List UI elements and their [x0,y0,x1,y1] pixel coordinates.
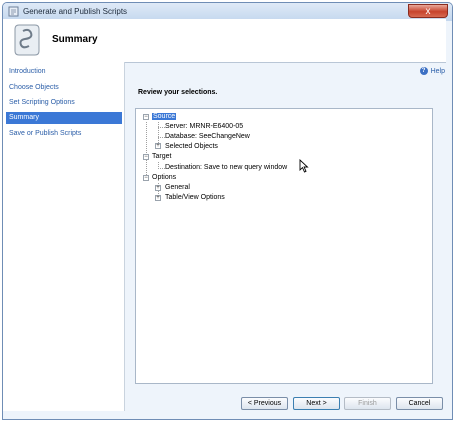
tree-connector [158,168,165,169]
collapse-target-toggle[interactable]: − [143,154,149,160]
help-link[interactable]: ? Help [419,67,445,75]
previous-button[interactable]: < Previous [241,397,288,410]
script-scroll-icon [14,24,40,56]
wizard-nav: Introduction Choose Objects Set Scriptin… [3,62,125,411]
nav-item-save-or-publish-scripts[interactable]: Save or Publish Scripts [6,128,122,140]
tree-node-general[interactable]: General [165,183,190,193]
cancel-button[interactable]: Cancel [396,397,443,410]
tree-connector [158,137,165,138]
expand-table-view-options-toggle[interactable]: + [155,195,161,201]
page-header: Summary [3,19,446,63]
collapse-source-toggle[interactable]: − [143,114,149,120]
close-button[interactable]: x [408,4,448,18]
tree-node-destination[interactable]: Destination: Save to new query window [165,163,287,173]
mouse-cursor-icon [299,159,309,173]
tree-node-table-view-options[interactable]: Table/View Options [165,193,225,203]
window-title: Generate and Publish Scripts [23,7,128,16]
tree-node-source[interactable]: Source [152,112,177,122]
tree-node-database[interactable]: Database: SeeChangeNew [165,132,250,142]
tree-node-target[interactable]: Target [152,152,171,162]
tree-node-options[interactable]: Options [152,173,176,183]
tree-node-server[interactable]: Server: MRNR-E6400-05 [165,122,243,132]
tree-node-selected-objects[interactable]: Selected Objects [165,142,218,152]
review-label: Review your selections. [138,89,218,96]
tree-connector [158,127,165,128]
collapse-options-toggle[interactable]: − [143,175,149,181]
page-title: Summary [52,34,98,45]
expand-selected-objects-toggle[interactable]: + [155,143,161,149]
help-label: Help [430,67,445,75]
finish-button[interactable]: Finish [344,397,391,410]
nav-item-set-scripting-options[interactable]: Set Scripting Options [6,97,122,109]
summary-tree[interactable]: − Source Server: MRNR-E6400-05 Database:… [135,108,433,384]
nav-item-choose-objects[interactable]: Choose Objects [6,82,122,94]
next-button[interactable]: Next > [293,397,340,410]
nav-item-introduction[interactable]: Introduction [6,66,122,78]
nav-item-summary[interactable]: Summary [6,112,122,124]
wizard-app-icon [8,6,19,17]
expand-general-toggle[interactable]: + [155,185,161,191]
close-icon: x [425,6,431,17]
help-icon: ? [419,67,428,75]
tree-root-line [146,122,147,175]
